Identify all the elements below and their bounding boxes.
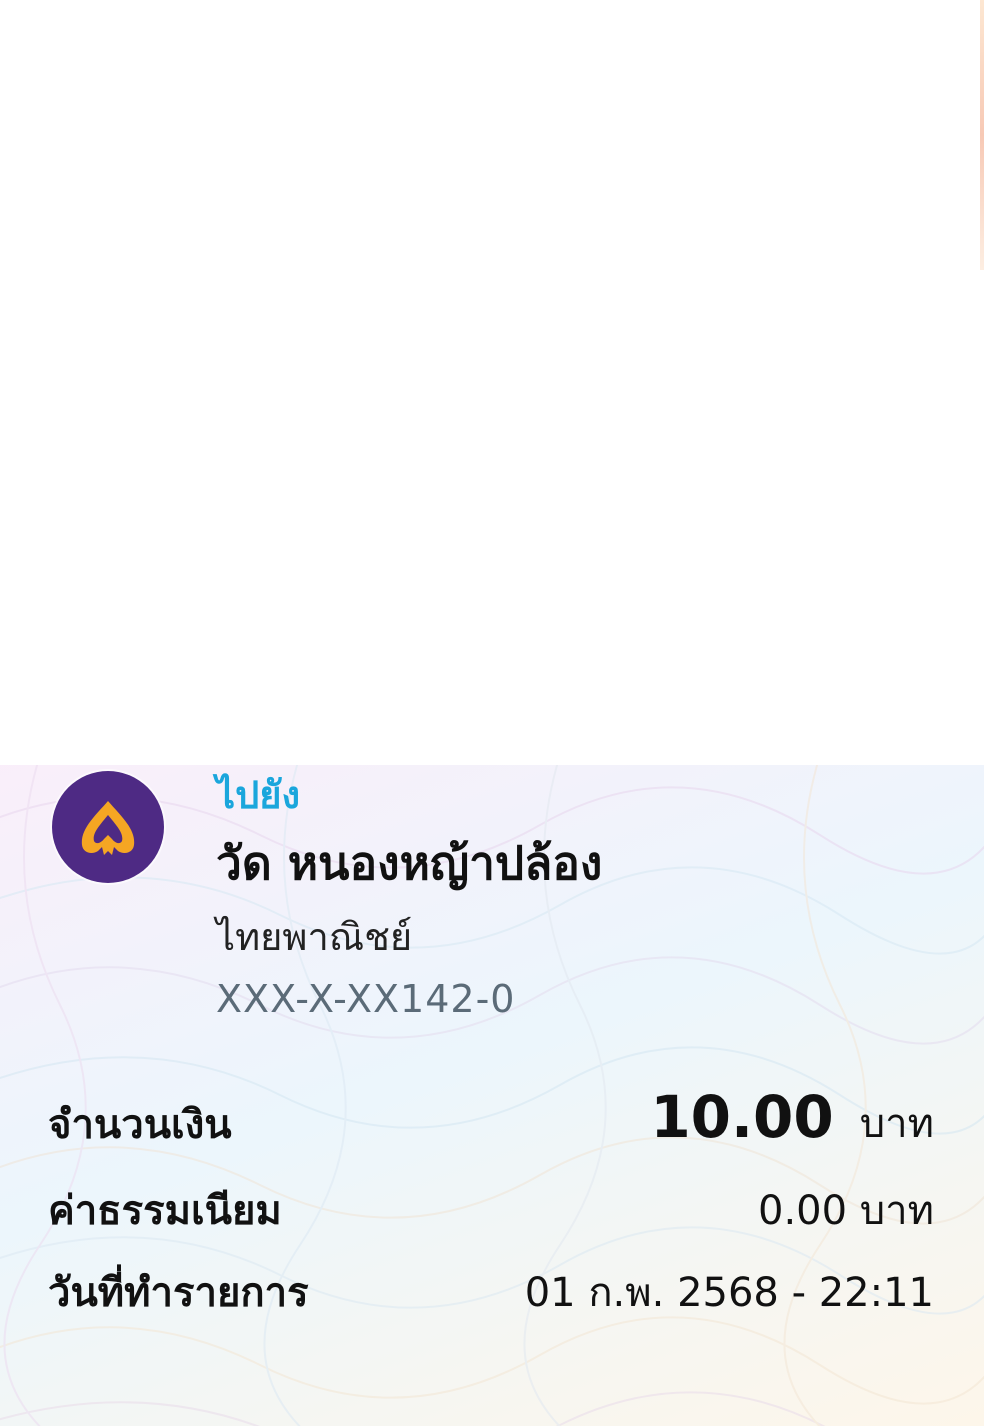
amount-value: 10.00 บาท [650,1087,934,1154]
direction-label: ไปยัง [216,773,301,817]
fee-label: ค่าธรรมเนียม [48,1188,282,1234]
amount-label: จำนวนเงิน [48,1102,232,1148]
recipient-name: วัด หนองหญ้าปล้อง [216,836,603,890]
recipient-account-number: XXX-X-XX142-0 [216,977,516,1021]
blank-top-area [0,0,984,765]
transaction-date-value: 01 ก.พ. 2568 - 22:11 [524,1270,934,1316]
amount-unit: บาท [859,1101,934,1147]
transaction-date-label: วันที่ทำรายการ [48,1270,309,1316]
fee-value: 0.00 บาท [758,1188,934,1234]
recipient-bank-name: ไทยพาณิชย์ [216,915,413,959]
transfer-slip: ไปยัง วัด หนองหญ้าปล้อง ไทยพาณิชย์ XXX-X… [0,765,984,1426]
bank-logo-emblem-icon [81,801,135,855]
scb-bank-logo-icon [52,771,164,883]
edge-accent-strip [980,0,984,270]
amount-number: 10.00 [650,1083,834,1151]
